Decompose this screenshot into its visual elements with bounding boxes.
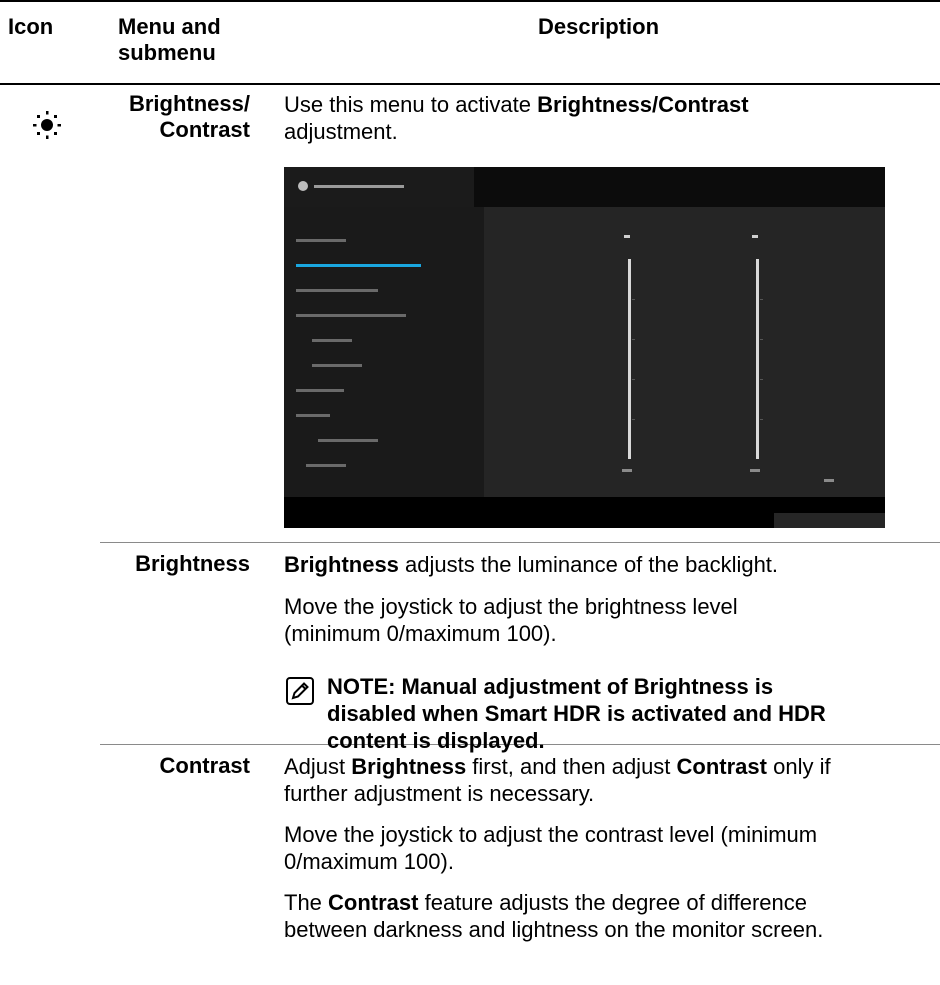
pencil-note-icon [286,677,314,705]
slider-tick [632,299,635,300]
menu-brightness-contrast-line2: Contrast [159,117,250,142]
menu-brightness-contrast-line1: Brightness/ [128,91,250,116]
brightness-p2: Move the joystick to adjust the brightne… [284,594,738,646]
brightness-sun-icon [33,111,61,139]
osd-menu-item-selected [296,264,421,267]
brightness-p1: Brightness adjusts the luminance of the … [284,552,779,577]
osd-menu-item [312,364,362,367]
slider-bottom-mark [824,479,834,482]
osd-menu-item [296,389,344,392]
osd-screenshot [284,167,885,528]
slider-tick [632,379,635,380]
osd-menu-item [296,314,406,317]
section-description: Use this menu to activate Brightness/Con… [284,91,749,145]
osd-menu-item [312,339,352,342]
header-menu-line2: submenu [118,40,216,65]
brightness-row-rule [100,542,940,543]
brightness-note: NOTE: Manual adjustment of Brightness is… [327,674,826,753]
contrast-slider [756,259,759,459]
header-bottom-rule [0,83,940,85]
contrast-p3: The Contrast feature adjusts the degree … [284,890,824,942]
slider-tick [632,339,635,340]
section-description-line1: Use this menu to activate Brightness/Con… [284,92,749,117]
slider-bottom-mark [750,469,760,472]
contrast-p2: Move the joystick to adjust the contrast… [284,822,818,874]
slider-tick [760,419,763,420]
section-description-line2: adjustment. [284,119,398,144]
slider-tick [632,419,635,420]
menu-brightness-contrast: Brightness/ Contrast [129,91,250,143]
osd-menu-item [296,414,330,417]
osd-menu-item [296,289,378,292]
brightness-slider [628,259,631,459]
osd-menu-item [296,239,346,242]
slider-top-mark [624,235,630,238]
slider-tick [760,339,763,340]
slider-tick [760,299,763,300]
osd-logo-icon [298,181,308,191]
osd-menu-panel [284,207,484,497]
osd-content-panel [484,207,885,497]
contrast-p1: Adjust Brightness first, and then adjust… [284,754,831,806]
osd-title-bar [314,185,404,188]
osd-footer [284,497,885,528]
submenu-contrast: Contrast [159,753,250,778]
osd-footer-tab [774,513,885,528]
header-description: Description [538,14,660,39]
osd-menu-item [318,439,378,442]
header-menu-line1: Menu and [118,14,221,39]
osd-menu-item [306,464,346,467]
header-icon: Icon [8,14,54,39]
slider-bottom-mark [622,469,632,472]
header-menu: Menu and submenu [118,14,221,66]
slider-tick [760,379,763,380]
slider-top-mark [752,235,758,238]
table-top-rule [0,0,940,2]
submenu-brightness: Brightness [135,551,250,576]
